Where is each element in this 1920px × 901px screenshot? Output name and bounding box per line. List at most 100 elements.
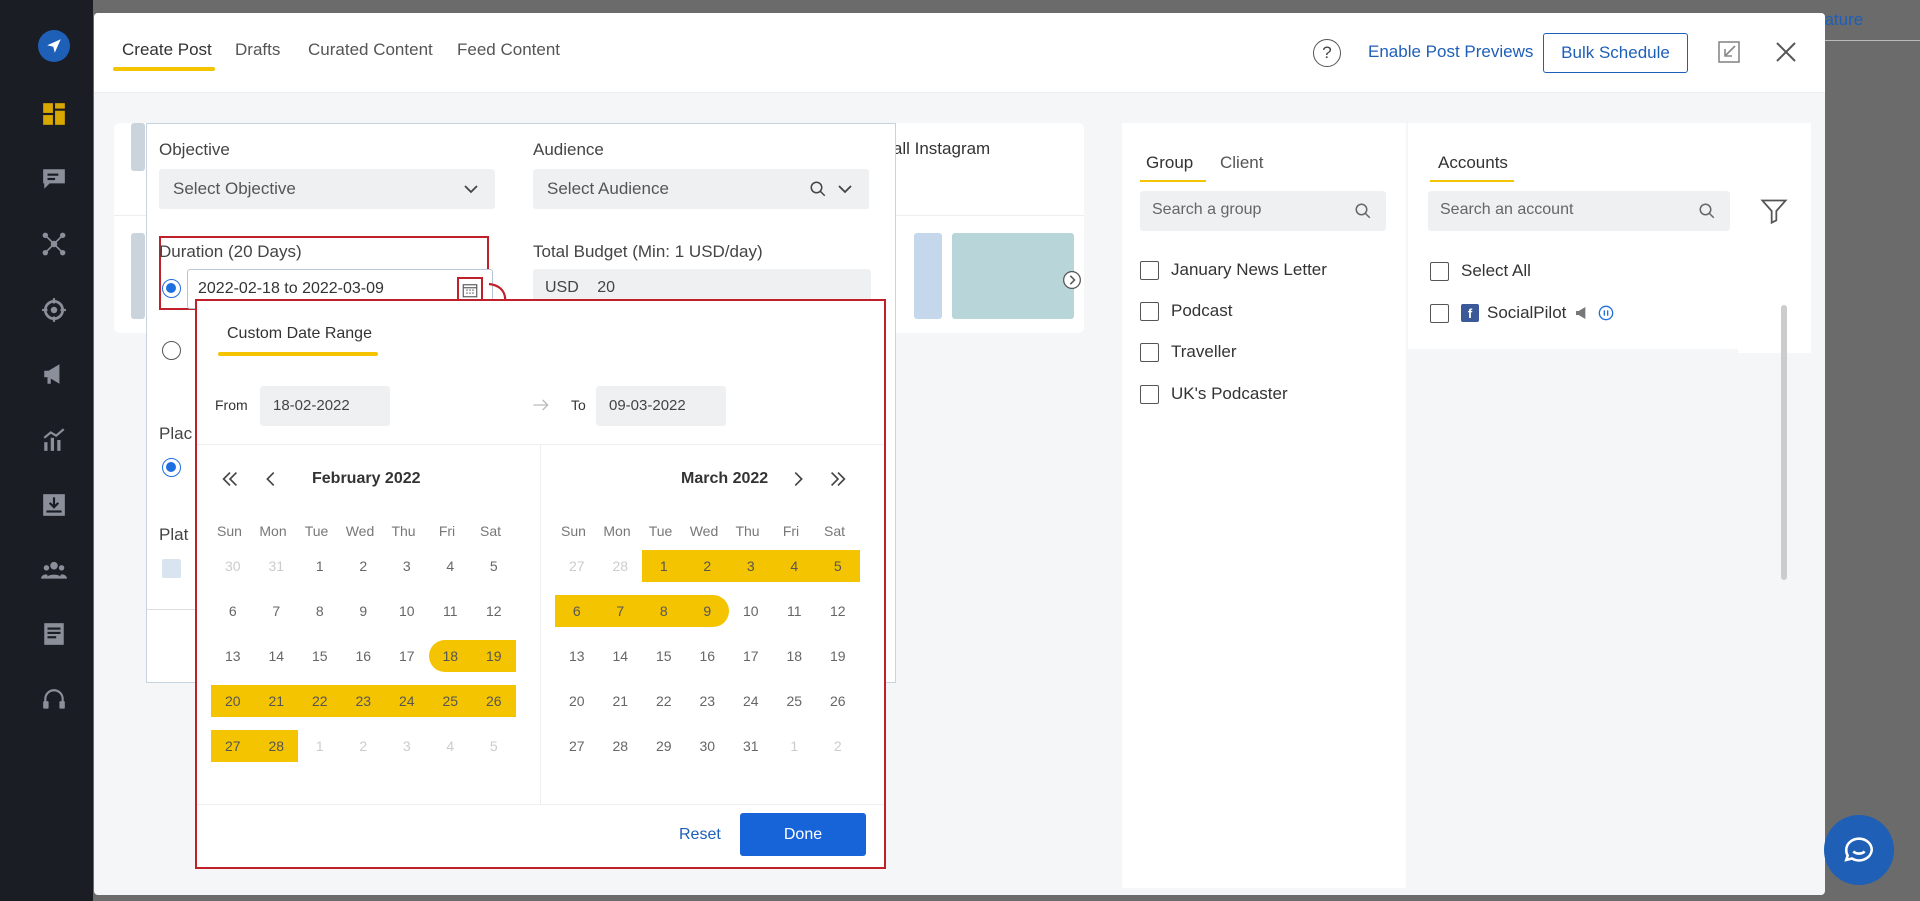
from-date-input[interactable]: 18-02-2022 (260, 386, 390, 426)
calendar-day[interactable]: 25 (773, 685, 817, 717)
calendar-day[interactable]: 15 (298, 640, 342, 672)
calendar-day[interactable]: 23 (341, 685, 385, 717)
checkbox[interactable] (1140, 384, 1159, 404)
group-item[interactable]: UK's Podcaster (1140, 384, 1288, 404)
calendar-day[interactable]: 24 (385, 685, 429, 717)
calendar-day[interactable]: 29 (642, 730, 686, 762)
calendar-day[interactable]: 22 (298, 685, 342, 717)
checkbox[interactable] (1140, 301, 1159, 321)
group-item[interactable]: January News Letter (1140, 260, 1327, 280)
calendar-day[interactable]: 10 (729, 595, 773, 627)
calendar-day[interactable]: 26 (472, 685, 516, 717)
custom-date-range-tab[interactable]: Custom Date Range (227, 325, 372, 343)
calendar-day[interactable]: 22 (642, 685, 686, 717)
calendar-day[interactable]: 15 (642, 640, 686, 672)
logo-icon[interactable] (38, 30, 70, 62)
calendar-day[interactable]: 4 (772, 550, 816, 582)
calendar-day[interactable]: 9 (685, 595, 729, 627)
calendar-day[interactable]: 23 (686, 685, 730, 717)
media-thumbnail[interactable] (131, 233, 145, 319)
group-search-input[interactable]: Search a group (1140, 191, 1386, 231)
calendar-day[interactable]: 8 (298, 595, 342, 627)
calendar-day[interactable]: 11 (429, 595, 473, 627)
calendar-day[interactable]: 11 (773, 595, 817, 627)
checkbox[interactable] (1140, 260, 1159, 280)
media-thumbnail[interactable] (914, 233, 942, 319)
select-all-row[interactable]: Select All (1430, 261, 1531, 281)
checkbox[interactable] (1140, 342, 1159, 362)
calendar-day[interactable]: 19 (816, 640, 860, 672)
duration-radio[interactable] (162, 279, 181, 298)
calendar-day[interactable]: 12 (816, 595, 860, 627)
calendar-day[interactable]: 16 (686, 640, 730, 672)
audience-select[interactable]: Select Audience (533, 169, 869, 209)
calendar-day[interactable]: 20 (555, 685, 599, 717)
network-icon[interactable] (40, 230, 68, 258)
calendar-day[interactable]: 13 (555, 640, 599, 672)
calendar-day[interactable]: 12 (472, 595, 516, 627)
prev-year-icon[interactable] (219, 468, 241, 490)
placement-radio[interactable] (162, 458, 181, 477)
calendar-day[interactable]: 9 (342, 595, 386, 627)
support-icon[interactable] (40, 686, 68, 714)
next-month-icon[interactable] (787, 468, 809, 490)
prev-month-icon[interactable] (260, 468, 282, 490)
tab-drafts[interactable]: Drafts (235, 40, 280, 60)
calendar-day[interactable]: 16 (342, 640, 386, 672)
calendar-day[interactable]: 18 (773, 640, 817, 672)
media-thumbnail[interactable] (131, 123, 145, 171)
tab-group[interactable]: Group (1146, 153, 1193, 173)
group-item[interactable]: Traveller (1140, 342, 1237, 362)
team-icon[interactable] (40, 556, 68, 584)
calendar-day[interactable]: 2 (685, 550, 729, 582)
document-icon[interactable] (40, 620, 68, 648)
calendar-day[interactable]: 21 (599, 685, 643, 717)
calendar-day[interactable]: 1 (642, 550, 686, 582)
calendar-day[interactable]: 18 (428, 640, 472, 672)
minimize-icon[interactable] (1717, 40, 1741, 64)
lifetime-radio[interactable] (162, 341, 181, 360)
calendar-day[interactable]: 24 (729, 685, 773, 717)
enable-post-previews-link[interactable]: Enable Post Previews (1368, 42, 1533, 62)
pause-icon[interactable] (1598, 305, 1614, 321)
calendar-day[interactable]: 27 (211, 730, 255, 762)
filter-icon[interactable] (1760, 197, 1788, 225)
objective-select[interactable]: Select Objective (159, 169, 495, 209)
tab-accounts[interactable]: Accounts (1438, 153, 1508, 173)
calendar-day[interactable]: 5 (472, 550, 516, 582)
scrollbar[interactable] (1781, 305, 1787, 580)
checkbox[interactable] (1430, 303, 1449, 323)
next-year-icon[interactable] (827, 468, 849, 490)
calendar-day[interactable]: 14 (599, 640, 643, 672)
tab-create-post[interactable]: Create Post (122, 40, 212, 60)
account-search-input[interactable]: Search an account (1428, 191, 1730, 231)
calendar-day[interactable]: 4 (429, 550, 473, 582)
calendar-day[interactable]: 13 (211, 640, 255, 672)
calendar-day[interactable]: 25 (428, 685, 472, 717)
download-icon[interactable] (40, 491, 68, 519)
calendar-day[interactable]: 7 (255, 595, 299, 627)
tab-client[interactable]: Client (1220, 153, 1263, 173)
calendar-day[interactable]: 8 (642, 595, 686, 627)
calendar-day[interactable]: 7 (598, 595, 642, 627)
done-button[interactable]: Done (740, 813, 866, 856)
calendar-day[interactable]: 31 (729, 730, 773, 762)
calendar-day[interactable]: 20 (211, 685, 255, 717)
calendar-day[interactable]: 6 (555, 595, 599, 627)
tab-curated-content[interactable]: Curated Content (308, 40, 433, 60)
calendar-day[interactable]: 6 (211, 595, 255, 627)
target-icon[interactable] (40, 296, 68, 324)
chat-icon[interactable] (40, 165, 68, 193)
megaphone-icon[interactable] (40, 360, 68, 388)
calendar-day[interactable]: 17 (729, 640, 773, 672)
next-arrow-icon[interactable] (1062, 270, 1082, 290)
tab-feed-content[interactable]: Feed Content (457, 40, 560, 60)
dashboard-icon[interactable] (40, 100, 68, 128)
account-item[interactable]: f SocialPilot (1430, 303, 1614, 323)
calendar-day[interactable]: 1 (298, 550, 342, 582)
reset-button[interactable]: Reset (679, 826, 721, 844)
to-date-input[interactable]: 09-03-2022 (596, 386, 726, 426)
calendar-day[interactable]: 26 (816, 685, 860, 717)
help-icon[interactable]: ? (1313, 39, 1341, 67)
calendar-day[interactable]: 2 (342, 550, 386, 582)
